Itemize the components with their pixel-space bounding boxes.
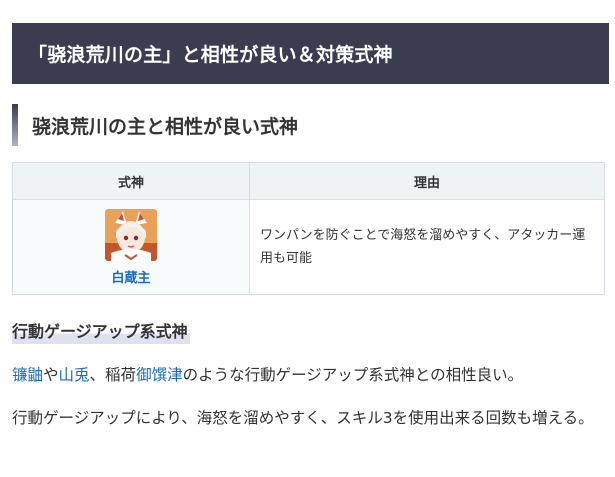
shikigami-name-link[interactable]: 白蔵主 <box>14 267 248 286</box>
subsection-heading-text: 骁浪荒川の主と相性が良い式神 <box>32 115 299 138</box>
paragraph-text: 、稲荷 <box>89 366 137 384</box>
paragraph-explanation: 行動ゲージアップにより、海怒を溜めやすく、スキル3を使用出来る回数も増える。 <box>12 409 594 427</box>
compatible-shikigami-table: 式神 理由 白蔵主 ワンパンを防ぐことで海怒を溜めやすく、アタッカー運用も可能 <box>12 162 605 295</box>
shikigami-cell: 白蔵主 <box>12 199 250 295</box>
table-header-reason: 理由 <box>249 162 605 200</box>
reason-cell: ワンパンを防ぐことで海怒を溜めやすく、アタッカー運用も可能 <box>249 199 605 295</box>
table-header-row: 式神 理由 <box>12 162 605 200</box>
link-yamausagi[interactable]: 山兎 <box>59 366 90 384</box>
minor-heading: 行動ゲージアップ系式神 <box>12 318 190 344</box>
link-miketsu[interactable]: 御馔津 <box>136 366 183 384</box>
table-row: 白蔵主 ワンパンを防ぐことで海怒を溜めやすく、アタッカー運用も可能 <box>12 199 605 295</box>
paragraph-text: や <box>43 366 59 384</box>
table-header-shikigami: 式神 <box>12 162 250 200</box>
paragraph-compatible-shikigami: 镰鼬や山兎、稲荷御馔津のような行動ゲージアップ系式神との相性良い。 <box>12 362 609 388</box>
section-heading-text: 「骁浪荒川の主」と相性が良い＆対策式神 <box>28 44 393 66</box>
paragraph-text: のような行動ゲージアップ系式神との相性良い。 <box>182 366 524 384</box>
link-kamaitachi[interactable]: 镰鼬 <box>12 366 43 384</box>
section-heading: 「骁浪荒川の主」と相性が良い＆対策式神 <box>12 23 609 84</box>
shikigami-avatar[interactable] <box>105 208 157 261</box>
heading-accent-bar <box>12 104 18 146</box>
subsection-heading: 骁浪荒川の主と相性が良い式神 <box>12 104 609 146</box>
